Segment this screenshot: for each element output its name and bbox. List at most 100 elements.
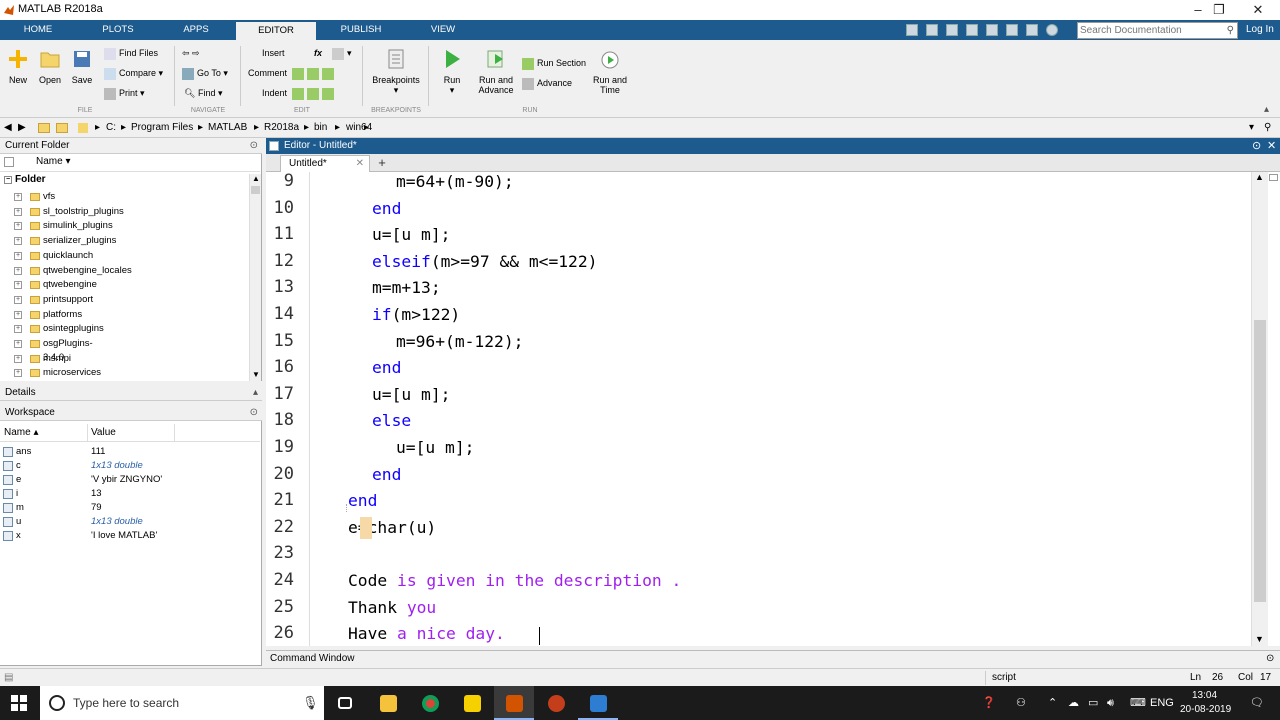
new-tab-button[interactable]: + [373, 155, 391, 171]
task-view-button[interactable] [326, 686, 366, 720]
browse-folder-icon[interactable] [56, 123, 68, 133]
breakpoints-button[interactable]: Breakpoints ▾ [370, 48, 422, 96]
search-icon[interactable]: ⚲ [1227, 23, 1234, 38]
tab-editor[interactable]: EDITOR [236, 22, 316, 42]
editor-scrollbar[interactable]: ▲ ▼ [1251, 172, 1268, 646]
ws-name-column[interactable]: Name ▴ [4, 427, 38, 438]
code-line[interactable]: m=m+13; [372, 278, 441, 297]
code-editor[interactable]: 9 10 11 12 13 14 15 16 17 18 19 20 21 22 23 24 25 26 m=64… [266, 172, 1268, 646]
workspace-header[interactable]: Workspace ⊙ [0, 404, 262, 421]
workspace-row[interactable]: u 1x13 double [0, 515, 260, 529]
collapse-icon[interactable]: − [4, 176, 12, 184]
taskbar-matlab[interactable] [494, 686, 534, 720]
code-line[interactable]: m=64+(m-90); [396, 172, 514, 191]
run-section-button[interactable]: Run Section [522, 56, 586, 70]
expand-icon[interactable]: + [14, 222, 22, 231]
code-line[interactable]: if(m>122) [372, 305, 460, 324]
find-button[interactable]: 🔍︎ Find ▾ [184, 86, 223, 100]
help-icon[interactable] [1046, 24, 1058, 36]
expand-icon[interactable]: + [14, 193, 22, 201]
folder-scrollbar[interactable]: ▲ ▼ [249, 174, 261, 381]
path-crumb-program-files[interactable]: Program Files [131, 122, 193, 133]
scroll-thumb[interactable] [251, 186, 260, 194]
details-header[interactable]: Details ▴ [0, 384, 262, 401]
code-line[interactable]: Code is given in the description . [348, 571, 681, 590]
switch-windows-icon[interactable] [1026, 24, 1038, 36]
code-line[interactable]: elseif(m>=97 && m<=122) [372, 252, 597, 271]
expand-icon[interactable]: + [14, 281, 22, 290]
search-folder-icon[interactable]: ⚲ [1264, 122, 1271, 133]
current-folder-header[interactable]: Current Folder ⊙ [0, 138, 262, 154]
comment-icons[interactable] [292, 66, 337, 80]
people-icon[interactable]: ⚇ [1016, 686, 1026, 720]
run-and-advance-button[interactable]: Run and Advance [476, 48, 516, 95]
close-button[interactable]: ✕ [1238, 1, 1278, 19]
save-quick-icon[interactable] [906, 24, 918, 36]
cut-quick-icon[interactable] [926, 24, 938, 36]
microphone-icon[interactable]: 🎙︎ [302, 686, 319, 720]
advance-button[interactable]: Advance [522, 76, 572, 90]
path-crumb-matlab[interactable]: MATLAB [208, 122, 247, 133]
print-button[interactable]: Print ▾ [104, 86, 145, 100]
language-indicator[interactable]: ENG [1150, 686, 1174, 720]
expand-icon[interactable]: + [14, 369, 22, 378]
ws-value-column[interactable]: Value [91, 427, 116, 438]
notifications-icon[interactable]: 🗨︎ [1250, 686, 1264, 720]
code-line[interactable]: m=96+(m-122); [396, 332, 523, 351]
tab-apps[interactable]: APPS [166, 20, 226, 40]
path-crumb-bin[interactable]: bin [314, 122, 327, 133]
open-button[interactable]: Open [36, 48, 64, 85]
show-hidden-icons[interactable]: ⌃ [1048, 686, 1057, 720]
code-line[interactable]: end [372, 465, 401, 484]
split-handle[interactable] [1269, 174, 1278, 181]
scroll-down-icon[interactable]: ▼ [1255, 634, 1264, 644]
expand-icon[interactable]: + [14, 266, 22, 275]
tab-home[interactable]: HOME [6, 20, 70, 40]
code-line[interactable]: end [372, 199, 401, 218]
expand-icon[interactable]: + [14, 295, 22, 304]
expand-icon[interactable]: + [14, 310, 22, 319]
close-tab-icon[interactable]: ✕ [356, 156, 364, 172]
taskbar-explorer[interactable] [368, 686, 408, 720]
expand-icon[interactable]: + [14, 340, 22, 348]
code-line[interactable]: Have a nice day. [348, 624, 505, 643]
editor-close-icon[interactable]: ✕ [1267, 138, 1276, 154]
command-window-header[interactable]: Command Window ⊙ [266, 650, 1280, 666]
fx-button[interactable]: fx [314, 46, 322, 60]
back-forward-buttons[interactable]: ⇦ ⇨ [182, 46, 200, 60]
tab-publish[interactable]: PUBLISH [326, 20, 396, 40]
windows-start-icon[interactable] [11, 695, 27, 711]
run-and-time-button[interactable]: Run and Time [592, 48, 628, 95]
code-line[interactable]: end [372, 358, 401, 377]
find-files-button[interactable]: Find Files [104, 46, 158, 60]
taskbar-sticky-notes[interactable] [452, 686, 492, 720]
undo-quick-icon[interactable] [986, 24, 998, 36]
clock-date[interactable]: 20-08-2019 [1180, 693, 1231, 720]
code-line[interactable]: u=[u m]; [372, 225, 450, 244]
editor-header[interactable]: Editor - Untitled* ⊙ ✕ [266, 138, 1280, 154]
expand-icon[interactable]: + [14, 354, 22, 363]
code-line[interactable]: u=[u m]; [372, 385, 450, 404]
taskbar-powerpoint[interactable] [536, 686, 576, 720]
save-button[interactable]: Save [68, 48, 96, 85]
path-crumb-c[interactable]: C: [106, 122, 116, 133]
select-checkbox[interactable] [4, 157, 14, 167]
expand-icon[interactable]: + [14, 251, 22, 260]
workspace-row[interactable]: i 13 [0, 487, 260, 501]
run-button[interactable]: Run ▾ [436, 48, 468, 96]
name-column-header[interactable]: Name ▾ [36, 156, 70, 167]
code-line[interactable]: Thank you [348, 598, 436, 617]
help-tray-icon[interactable]: ❓ [982, 686, 996, 720]
scroll-thumb[interactable] [1254, 320, 1266, 602]
command-window-options-icon[interactable]: ⊙ [1266, 651, 1274, 667]
details-expand-icon[interactable]: ▴ [253, 384, 258, 401]
scroll-up-icon[interactable]: ▲ [1255, 172, 1264, 182]
redo-quick-icon[interactable] [1006, 24, 1018, 36]
paste-quick-icon[interactable] [966, 24, 978, 36]
path-crumb-r2018a[interactable]: R2018a [264, 122, 299, 133]
onedrive-icon[interactable]: ☁ [1068, 686, 1079, 720]
workspace-row[interactable]: e 'V ybir ZNGYNO' [0, 473, 260, 487]
indent-button[interactable]: Indent [262, 86, 287, 100]
scroll-down-icon[interactable]: ▼ [252, 370, 260, 379]
search-input[interactable]: Search Documentation ⚲ [1077, 22, 1238, 39]
